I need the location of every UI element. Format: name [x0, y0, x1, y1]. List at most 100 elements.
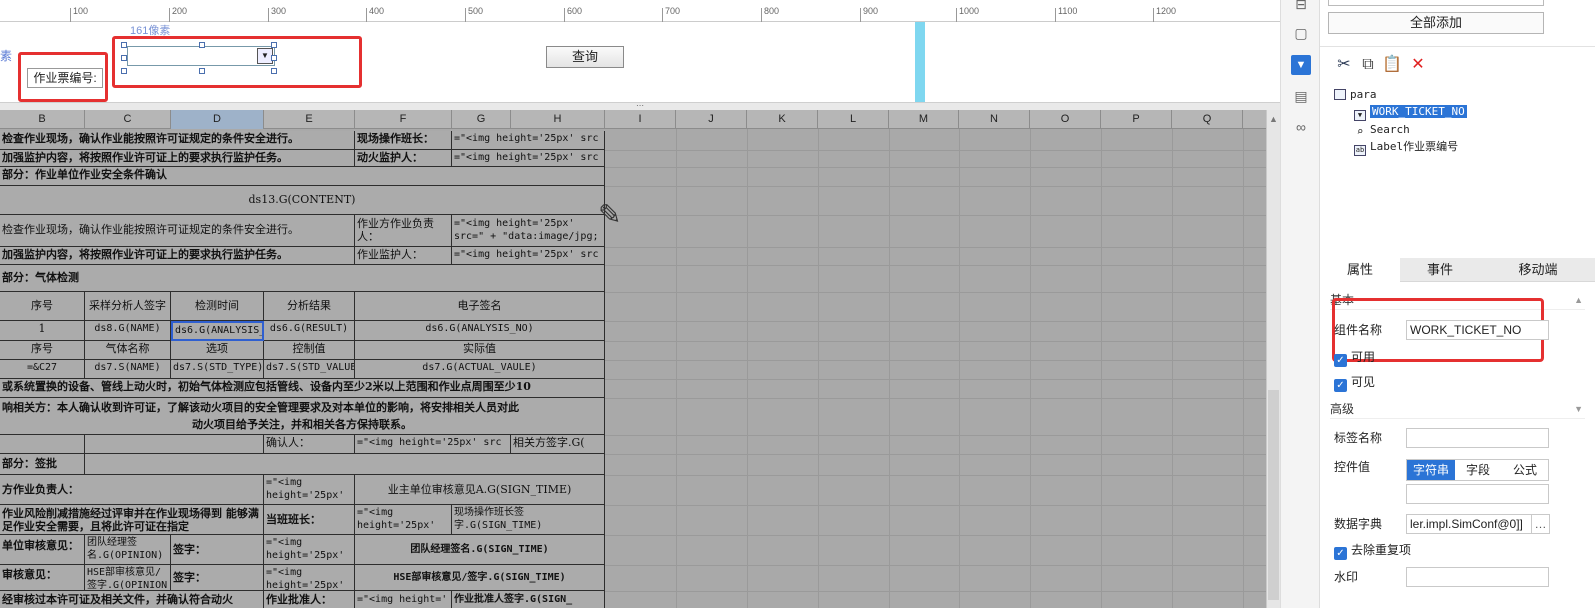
- column-header[interactable]: P: [1101, 110, 1172, 129]
- column-header[interactable]: C: [85, 110, 171, 129]
- tree-item-work-ticket-no[interactable]: ▼ WORK_TICKET_NO: [1354, 104, 1467, 121]
- table-cell[interactable]: 签字：: [171, 535, 264, 565]
- tree-item-label-widget[interactable]: ab Label作业票编号: [1354, 139, 1458, 156]
- table-cell[interactable]: HSE部审核意见/签字.G(SIGN_TIME): [355, 565, 605, 591]
- resize-handle[interactable]: [271, 42, 277, 48]
- table-cell[interactable]: ds7.S(STD_TYPE): [171, 360, 264, 379]
- column-header[interactable]: O: [1030, 110, 1101, 129]
- column-header[interactable]: G: [452, 110, 511, 129]
- table-cell[interactable]: 动火监护人：: [355, 150, 452, 167]
- resize-handle[interactable]: [199, 68, 205, 74]
- table-cell[interactable]: ="<img height='25px' src: [355, 435, 511, 454]
- panel-splitter[interactable]: ⋯: [0, 102, 1280, 110]
- resize-handle[interactable]: [121, 55, 127, 61]
- table-cell[interactable]: HSE部审核意见/签字.G(OPINION: [85, 565, 171, 591]
- float-element-icon[interactable]: ▢: [1291, 23, 1311, 43]
- table-header-cell[interactable]: 分析结果: [264, 292, 355, 321]
- top-field[interactable]: [1328, 0, 1544, 6]
- table-cell[interactable]: 审核意见：: [0, 565, 85, 591]
- cut-icon[interactable]: ✂: [1334, 55, 1354, 75]
- table-cell[interactable]: ="<img height='25px' src=" + "data:image…: [452, 215, 605, 247]
- table-cell[interactable]: 确认人：: [264, 435, 355, 454]
- table-cell[interactable]: 或系统置换的设备、管线上动火时，初始气体检测应包括管线、设备内至少2米以上范围和…: [0, 379, 605, 398]
- table-cell[interactable]: 作业风险削减措施经过评审并在作业现场得到 能够满足作业安全需要，且将此许可证在指…: [0, 505, 264, 535]
- section-heading-cell[interactable]: 部分：气体检测: [0, 265, 605, 292]
- column-header[interactable]: L: [818, 110, 889, 129]
- table-header-cell[interactable]: 序号: [0, 292, 85, 321]
- column-header[interactable]: F: [355, 110, 452, 129]
- table-cell[interactable]: ds8.G(NAME): [85, 321, 171, 341]
- tree-item-search[interactable]: ⌕ Search: [1354, 122, 1410, 138]
- scroll-up-icon[interactable]: ▲: [1269, 114, 1278, 124]
- tree-root[interactable]: para: [1334, 87, 1377, 103]
- column-header-selected[interactable]: D: [171, 110, 264, 129]
- table-cell[interactable]: ="<img height='25px' src=" +: [264, 565, 355, 591]
- table-cell[interactable]: 检查作业现场，确认作业能按照许可证规定的条件安全进行。: [0, 215, 355, 247]
- table-cell[interactable]: 响相关方：本人确认收到许可证，了解该动火项目的安全管理要求及对本单位的影响，将安…: [0, 398, 605, 435]
- table-cell[interactable]: 团队经理签名.G(SIGN_TIME): [355, 535, 605, 565]
- paste-icon[interactable]: 📋: [1382, 55, 1402, 75]
- table-header-cell[interactable]: 控制值: [264, 341, 355, 360]
- enabled-checkbox[interactable]: ✓ 可用: [1334, 348, 1375, 367]
- cell-attributes-icon[interactable]: ⊟: [1291, 0, 1311, 14]
- table-cell[interactable]: 加强监护内容，将按照作业许可证上的要求执行监护任务。: [0, 150, 355, 167]
- resize-handle[interactable]: [199, 42, 205, 48]
- table-cell[interactable]: 经审核过本许可证及相关文件，并确认符合动火: [0, 591, 264, 608]
- table-cell[interactable]: 现场操作班长签字.G(SIGN_TIME): [452, 505, 605, 535]
- table-cell[interactable]: ="<img height=': [355, 591, 452, 608]
- table-cell[interactable]: ="<img height='25px' src=" + ": [355, 505, 452, 535]
- tab-properties[interactable]: 属性: [1320, 258, 1400, 282]
- table-cell[interactable]: 团队经理签名.G(OPINION): [85, 535, 171, 565]
- column-header[interactable]: E: [264, 110, 355, 129]
- tab-events[interactable]: 事件: [1400, 258, 1480, 282]
- watermark-input[interactable]: [1406, 567, 1549, 587]
- table-cell[interactable]: ="<img height='25px' src: [452, 150, 605, 167]
- table-cell[interactable]: ds13.G(CONTENT): [0, 186, 605, 215]
- column-header[interactable]: J: [676, 110, 747, 129]
- active-cell[interactable]: ds6.G(ANALYSIS_: [171, 321, 264, 341]
- link-icon[interactable]: ∞: [1291, 117, 1311, 137]
- table-cell[interactable]: 加强监护内容，将按照作业许可证上的要求执行监护任务。: [0, 247, 355, 265]
- resize-handle[interactable]: [121, 42, 127, 48]
- table-cell[interactable]: ds7.S(STD_VALUE: [264, 360, 355, 379]
- table-cell[interactable]: =&C27: [0, 360, 85, 379]
- table-cell[interactable]: 当班班长：: [264, 505, 355, 535]
- component-name-input[interactable]: WORK_TICKET_NO: [1406, 320, 1549, 340]
- tag-name-input[interactable]: [1406, 428, 1549, 448]
- table-header-cell[interactable]: 序号: [0, 341, 85, 360]
- visible-checkbox[interactable]: ✓ 可见: [1334, 373, 1375, 392]
- scrollbar-thumb[interactable]: [1268, 390, 1279, 600]
- table-cell[interactable]: 现场操作班长：: [355, 131, 452, 150]
- chevron-up-icon[interactable]: ▲: [1574, 290, 1583, 310]
- table-header-cell[interactable]: 气体名称: [85, 341, 171, 360]
- table-cell[interactable]: 作业监护人：: [355, 247, 452, 265]
- table-cell[interactable]: 单位审核意见：: [0, 535, 85, 565]
- vertical-scrollbar[interactable]: ▲: [1266, 110, 1280, 608]
- table-header-cell[interactable]: 选项: [171, 341, 264, 360]
- value-type-formula[interactable]: 公式: [1501, 460, 1549, 480]
- table-cell[interactable]: ="<img height='25px' src=" +: [264, 535, 355, 565]
- table-cell[interactable]: ="<img height='25px' src: [452, 131, 605, 150]
- control-value-input[interactable]: [1406, 484, 1549, 504]
- table-cell[interactable]: ds7.G(ACTUAL_VAULE): [355, 360, 605, 379]
- delete-icon[interactable]: ✕: [1408, 55, 1428, 75]
- resize-handle[interactable]: [271, 55, 277, 61]
- table-cell[interactable]: 签字：: [171, 565, 264, 591]
- dedupe-checkbox[interactable]: ✓ 去除重复项: [1334, 541, 1411, 560]
- table-cell[interactable]: ds6.G(RESULT): [264, 321, 355, 341]
- table-header-cell[interactable]: 实际值: [355, 341, 605, 360]
- column-header[interactable]: I: [605, 110, 676, 129]
- chevron-down-icon[interactable]: ▼: [1574, 399, 1583, 419]
- resize-handle[interactable]: [121, 68, 127, 74]
- more-options-button[interactable]: …: [1532, 514, 1550, 534]
- table-header-cell[interactable]: 检测时间: [171, 292, 264, 321]
- table-cell[interactable]: [0, 435, 85, 454]
- column-header[interactable]: K: [747, 110, 818, 129]
- table-header-cell[interactable]: 采样分析人签字: [85, 292, 171, 321]
- column-header[interactable]: H: [511, 110, 605, 129]
- table-cell[interactable]: 作业批准人签字.G(SIGN_: [452, 591, 605, 608]
- work-ticket-no-combobox[interactable]: ▼: [127, 46, 275, 66]
- value-type-string[interactable]: 字符串: [1407, 460, 1455, 480]
- work-ticket-label[interactable]: 作业票编号:: [27, 68, 103, 88]
- query-button[interactable]: 查询: [546, 46, 624, 68]
